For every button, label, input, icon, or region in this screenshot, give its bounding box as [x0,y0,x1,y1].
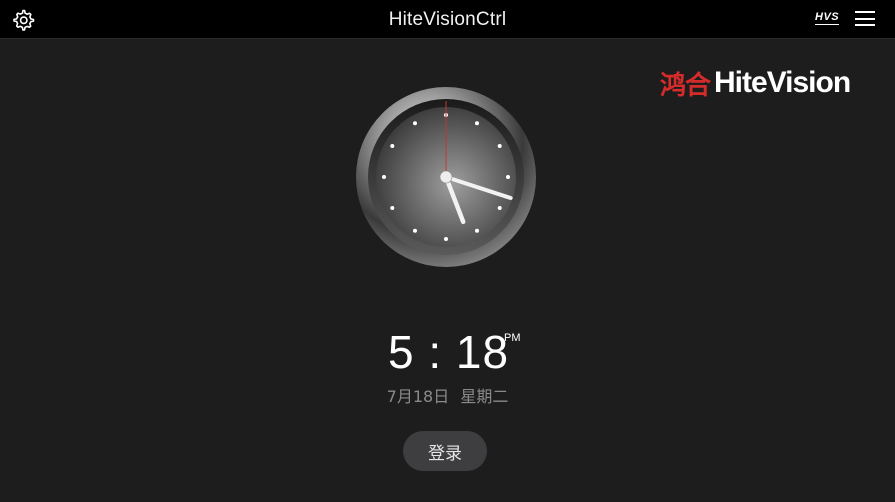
hour-marker-dot [497,144,502,148]
hour-marker-dot [413,121,417,126]
hour-marker-dot [444,237,448,241]
hour-marker-dot [390,206,395,210]
am-pm-indicator: PM [504,332,521,344]
app-title: HiteVisionCtrl [388,9,507,30]
hamburger-menu-icon [855,11,875,26]
hour-marker-dot [413,228,417,233]
hour-marker-dot [506,175,510,179]
date-display: 7月18日 星期二 [0,383,895,407]
analog-clock [356,87,536,267]
hour-marker-dot [390,144,395,148]
menu-button[interactable] [855,11,875,29]
logo-english-text: HiteVision [714,66,851,99]
date-weekday: 星期二 [460,387,509,406]
digital-time: 5 : 18 [388,326,510,378]
hour-marker-dot [382,175,386,179]
date-day: 7月18日 [386,387,450,406]
hour-marker-dot [497,206,502,210]
hour-marker-dot [475,228,479,233]
hour-marker-dot [475,121,479,126]
hitevision-logo: 鸿合 HiteVision [660,66,851,101]
login-button[interactable]: 登录 [403,431,487,471]
top-bar: HiteVisionCtrl HVS [0,0,895,39]
app-window: HiteVisionCtrl HVS 鸿合 HiteVision 5: 18 … [0,0,895,502]
clock-center-cap [439,170,453,184]
hvs-badge: HVS [815,11,840,25]
logo-chinese-text: 鸿合 [660,70,711,101]
